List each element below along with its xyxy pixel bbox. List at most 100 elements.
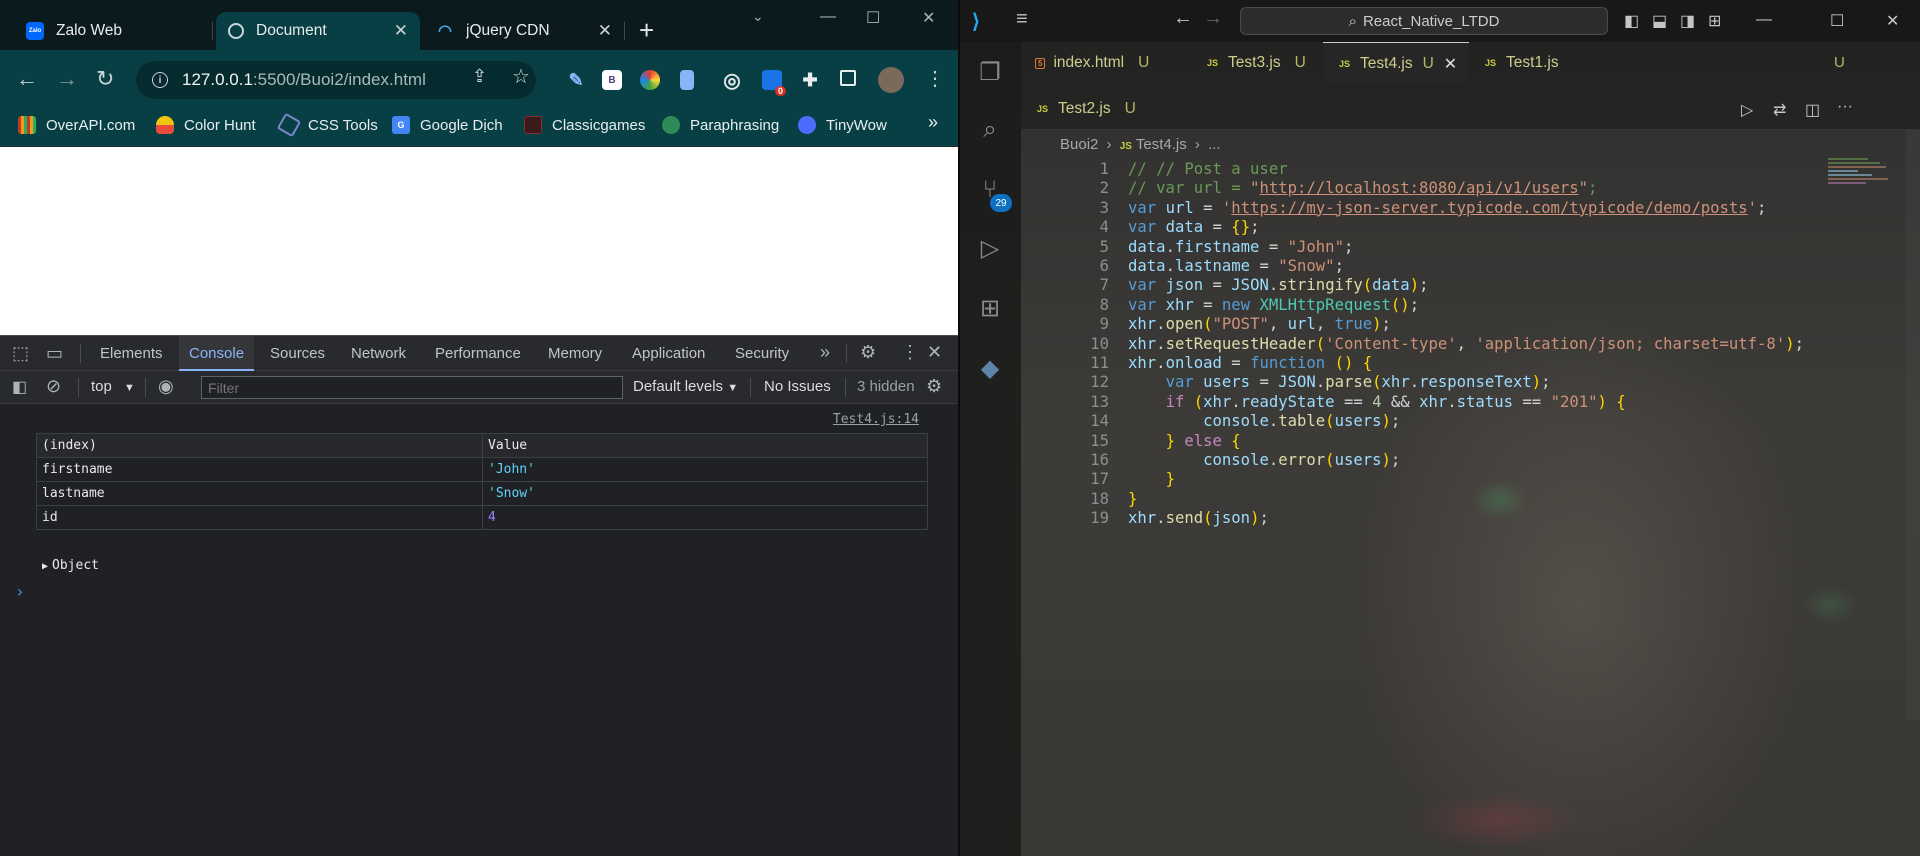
more-tabs-icon[interactable]: » [820,342,830,363]
customize-layout-icon[interactable]: ⊞ [1708,11,1721,31]
tab-network[interactable]: Network [351,336,406,371]
inspect-element-icon[interactable]: ⬚ [12,343,29,364]
code-line[interactable]: var url = 'https://my-json-server.typico… [1128,199,1766,218]
sidebar-toggle-icon[interactable]: ◧ [12,377,27,397]
forward-button[interactable]: → [56,66,78,92]
tab-memory[interactable]: Memory [548,336,602,371]
device-toolbar-icon[interactable]: ▭ [46,343,63,364]
toggle-primary-sidebar-icon[interactable]: ◧ [1624,11,1639,31]
code-line[interactable]: // var url = "http://localhost:8080/api/… [1128,179,1597,198]
source-link[interactable]: Test4.js:14 [833,412,919,427]
minimize-button[interactable]: — [1756,11,1772,29]
devtools-menu-icon[interactable]: ⋮ [901,342,919,363]
editor-scrollbar[interactable] [1906,130,1920,720]
code-line[interactable]: data.lastname = "Snow"; [1128,257,1344,276]
maximize-button[interactable]: ☐ [1830,11,1844,31]
tab-sources[interactable]: Sources [270,336,325,371]
code-line[interactable]: } [1128,490,1137,509]
toggle-panel-icon[interactable]: ⬓ [1652,11,1667,31]
run-file-icon[interactable]: ▷ [1741,100,1753,120]
bookmark-paraphrasing[interactable]: Paraphrasing [662,116,779,134]
reload-button[interactable]: ↻ [96,66,114,92]
command-center-search[interactable]: ⌕ React_Native_LTDD [1240,7,1608,35]
log-levels-dropdown[interactable]: Default levels ▼ [633,378,738,395]
code-line[interactable]: } [1128,470,1175,489]
column-header[interactable]: (index) [36,433,483,458]
eyedropper-extension-icon[interactable]: ✎ [566,70,586,90]
chrome-menu-icon[interactable]: ⋮ [925,66,945,91]
nav-back-icon[interactable]: ← [1173,7,1193,30]
code-line[interactable]: var xhr = new XMLHttpRequest(); [1128,296,1419,315]
bookmark-star-icon[interactable]: ☆ [512,64,530,89]
minimize-button[interactable]: — [820,8,836,26]
split-editor-icon[interactable]: ◫ [1805,100,1820,120]
settings-gear-icon[interactable]: ⚙ [860,342,876,363]
code-line[interactable]: var json = JSON.stringify(data); [1128,276,1428,295]
search-icon[interactable]: ⌕ [974,114,1006,146]
clear-console-icon[interactable]: ⊘ [46,376,61,397]
issues-button[interactable]: No Issues [764,378,831,395]
clipboard-extension-icon[interactable] [680,70,694,90]
close-devtools-icon[interactable]: ✕ [927,342,942,363]
column-header[interactable]: Value [482,433,928,458]
bookmark-overapi[interactable]: OverAPI.com [18,116,135,134]
code-line[interactable]: // // Post a user [1128,160,1288,179]
ublock-extension-icon[interactable]: 0 [762,70,786,96]
tab-jquery-cdn[interactable]: ◠ jQuery CDN ✕ [424,12,624,50]
code-line[interactable]: xhr.setRequestHeader('Content-type', 'ap… [1128,335,1804,354]
minimap[interactable] [1828,156,1898,196]
code-line[interactable]: xhr.onload = function () { [1128,354,1372,373]
tab-index-html[interactable]: 5 index.html U [1021,42,1191,84]
tab-zalo-web[interactable]: Zalo Zalo Web [14,12,172,50]
tab-security[interactable]: Security [735,336,789,371]
tab-elements[interactable]: Elements [100,336,163,371]
more-actions-icon[interactable]: ··· [1837,98,1853,116]
context-selector[interactable]: top ▼ [91,378,135,395]
tab-search-icon[interactable]: ⌄ [752,8,764,25]
breadcrumb-folder[interactable]: Buoi2 [1060,136,1098,153]
back-button[interactable]: ← [16,66,38,92]
bookmark-classicgames[interactable]: Classicgames [524,116,645,134]
nav-forward-icon[interactable]: → [1203,7,1223,30]
tab-test3-js[interactable]: JS Test3.js U [1191,42,1323,84]
code-line[interactable]: data.firstname = "John"; [1128,238,1353,257]
puzzle-icon[interactable]: ✚ [800,70,820,90]
close-window-button[interactable]: ✕ [922,8,935,28]
bookmark-css-tools[interactable]: CSS Tools [276,112,378,138]
tab-console[interactable]: Console [179,336,255,371]
tab-performance[interactable]: Performance [435,336,521,371]
color-wheel-extension-icon[interactable] [640,70,660,90]
run-debug-icon[interactable]: ▷ [974,232,1006,264]
code-line[interactable]: } else { [1128,432,1241,451]
code-line[interactable]: console.table(users); [1128,412,1400,431]
code-line[interactable]: xhr.open("POST", url, true); [1128,315,1391,334]
sidepanel-icon[interactable] [840,70,856,86]
extensions-icon[interactable]: ⊞ [974,292,1006,324]
target-extension-icon[interactable]: ◎ [722,70,742,92]
share-icon[interactable]: ⇪ [472,66,487,87]
breadcrumb-symbol[interactable]: ... [1208,136,1221,153]
console-prompt[interactable]: › [15,582,25,601]
close-tab-icon[interactable]: ✕ [394,21,408,41]
bootstrap-extension-icon[interactable]: B [602,70,622,90]
breadcrumb-file[interactable]: Test4.js [1136,136,1187,153]
object-expander[interactable]: ▶ Object [42,558,99,573]
new-tab-button[interactable]: + [639,17,654,43]
close-window-button[interactable]: ✕ [1886,11,1899,31]
code-line[interactable]: xhr.send(json); [1128,509,1269,528]
bookmark-color-hunt[interactable]: Color Hunt [156,116,256,134]
restore-button[interactable]: ☐ [866,8,880,28]
tab-test4-js[interactable]: JS Test4.js U ✕ [1323,42,1469,84]
code-line[interactable]: var data = {}; [1128,218,1259,237]
toggle-secondary-sidebar-icon[interactable]: ◨ [1680,11,1695,31]
console-filter-input[interactable] [201,376,623,399]
tab-test2-js[interactable]: JS Test2.js U [1021,88,1141,130]
close-tab-icon[interactable]: ✕ [1444,54,1457,74]
profile-avatar-icon[interactable] [878,67,904,93]
compare-changes-icon[interactable]: ⇄ [1773,100,1786,120]
tab-document[interactable]: Document ✕ [216,12,420,50]
code-line[interactable]: if (xhr.readyState == 4 && xhr.status ==… [1128,393,1626,412]
bookmark-tinywow[interactable]: TinyWow [798,116,887,134]
console-settings-icon[interactable]: ⚙ [926,376,942,397]
close-tab-icon[interactable]: ✕ [598,21,612,41]
